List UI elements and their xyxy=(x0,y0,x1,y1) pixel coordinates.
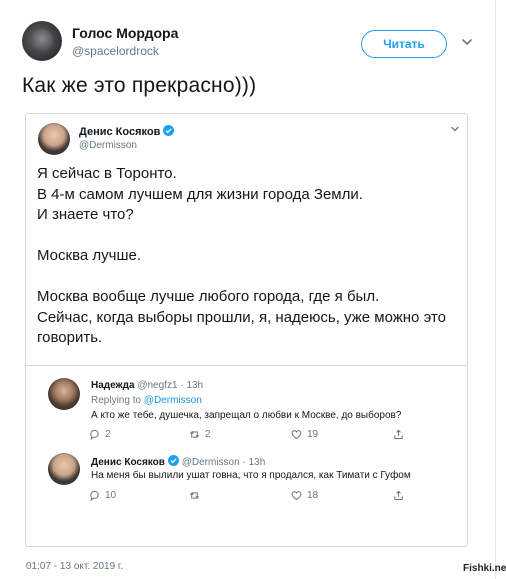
quoted-author-name[interactable]: Денис Косяков xyxy=(79,125,175,138)
avatar[interactable] xyxy=(38,123,70,155)
retweet-count: 2 xyxy=(205,429,211,440)
retweet-button[interactable]: 2 xyxy=(189,429,211,440)
quoted-tweet-card[interactable]: Денис Косяков @Dermisson Я сейчас в Торо… xyxy=(25,113,468,547)
quoted-author-name-text: Денис Косяков xyxy=(79,126,161,138)
share-icon xyxy=(394,490,403,500)
like-button[interactable]: 18 xyxy=(291,490,318,501)
quoted-line xyxy=(37,267,462,288)
author-name[interactable]: Голос Мордора xyxy=(72,25,178,41)
right-divider xyxy=(495,0,496,579)
reply-actions: 10 18 xyxy=(86,490,406,504)
reply-icon xyxy=(90,490,99,501)
reply-header: Денис Косяков @Dermisson · 13h xyxy=(91,455,265,468)
retweet-button[interactable] xyxy=(189,490,205,501)
quoted-line: Москва лучше. xyxy=(37,247,141,264)
quoted-author-handle[interactable]: @Dermisson xyxy=(79,140,137,151)
share-button[interactable] xyxy=(393,490,404,501)
like-button[interactable]: 19 xyxy=(291,429,318,440)
chevron-down-icon[interactable] xyxy=(460,35,474,49)
tweet-text: Как же это прекрасно))) xyxy=(22,74,257,97)
reply-author-name[interactable]: Надежда xyxy=(91,380,135,391)
replying-to: Replying to @Dermisson xyxy=(91,395,202,406)
like-count: 19 xyxy=(307,429,319,440)
avatar[interactable] xyxy=(22,21,62,61)
reply-text: На меня бы вылили ушат говна, что я прод… xyxy=(91,470,411,481)
quoted-line: Сейчас, когда выборы прошли, я, надеюсь,… xyxy=(37,308,446,326)
reply-author-handle[interactable]: @negfz1 xyxy=(137,380,177,391)
quoted-tweet[interactable]: Денис Косяков @Dermisson Я сейчас в Торо… xyxy=(26,114,467,366)
reply-author-handle[interactable]: @Dermisson xyxy=(182,457,240,468)
retweet-icon xyxy=(190,430,199,439)
reply-header: Надежда @negfz1 · 13h xyxy=(91,380,203,391)
reply-time[interactable]: 13h xyxy=(186,380,203,391)
watermark: Fishki.net xyxy=(463,563,506,574)
quoted-line: Я сейчас в Торонто. xyxy=(37,165,177,182)
reply-actions: 2 2 19 xyxy=(86,429,406,443)
like-icon xyxy=(291,491,302,501)
avatar[interactable] xyxy=(48,378,80,410)
replying-prefix: Replying to xyxy=(91,395,142,406)
avatar[interactable] xyxy=(48,453,80,485)
quoted-tweet-text: Я сейчас в Торонто. В 4-м самом лучшем д… xyxy=(37,164,462,349)
separator: · xyxy=(180,380,184,391)
reply-count: 2 xyxy=(105,429,111,440)
reply-button[interactable]: 2 xyxy=(89,429,111,440)
reply-text: А кто же тебе, душечка, запрещал о любви… xyxy=(91,410,402,421)
reply-count: 10 xyxy=(105,490,117,501)
quoted-line: Москва вообще лучше любого города, где я… xyxy=(37,288,380,305)
separator: · xyxy=(242,457,246,468)
tweet-header: Голос Мордора @spacelordrock Читать xyxy=(22,21,482,61)
verified-badge-icon xyxy=(167,455,179,466)
quoted-line: В 4-м самом лучшем для жизни города Земл… xyxy=(37,185,363,203)
reply-author-name[interactable]: Денис Косяков xyxy=(91,457,165,468)
follow-button[interactable]: Читать xyxy=(361,30,447,58)
quoted-line xyxy=(37,226,462,247)
retweet-icon xyxy=(190,491,199,500)
share-icon xyxy=(394,429,403,439)
share-button[interactable] xyxy=(393,429,404,440)
reply-icon xyxy=(90,429,99,440)
tweet-timestamp[interactable]: 01:07 - 13 окт. 2019 г. xyxy=(26,561,123,572)
author-handle[interactable]: @spacelordrock xyxy=(72,44,159,58)
like-count: 18 xyxy=(307,490,319,501)
chevron-down-icon[interactable] xyxy=(450,124,460,134)
reply-button[interactable]: 10 xyxy=(89,490,116,501)
like-icon xyxy=(291,430,302,440)
quoted-line: говорить. xyxy=(37,329,103,346)
quoted-line: И знаете что? xyxy=(37,206,134,223)
verified-badge-icon xyxy=(163,125,175,136)
reply-time[interactable]: 13h xyxy=(249,457,266,468)
mention-link[interactable]: @Dermisson xyxy=(144,395,202,406)
